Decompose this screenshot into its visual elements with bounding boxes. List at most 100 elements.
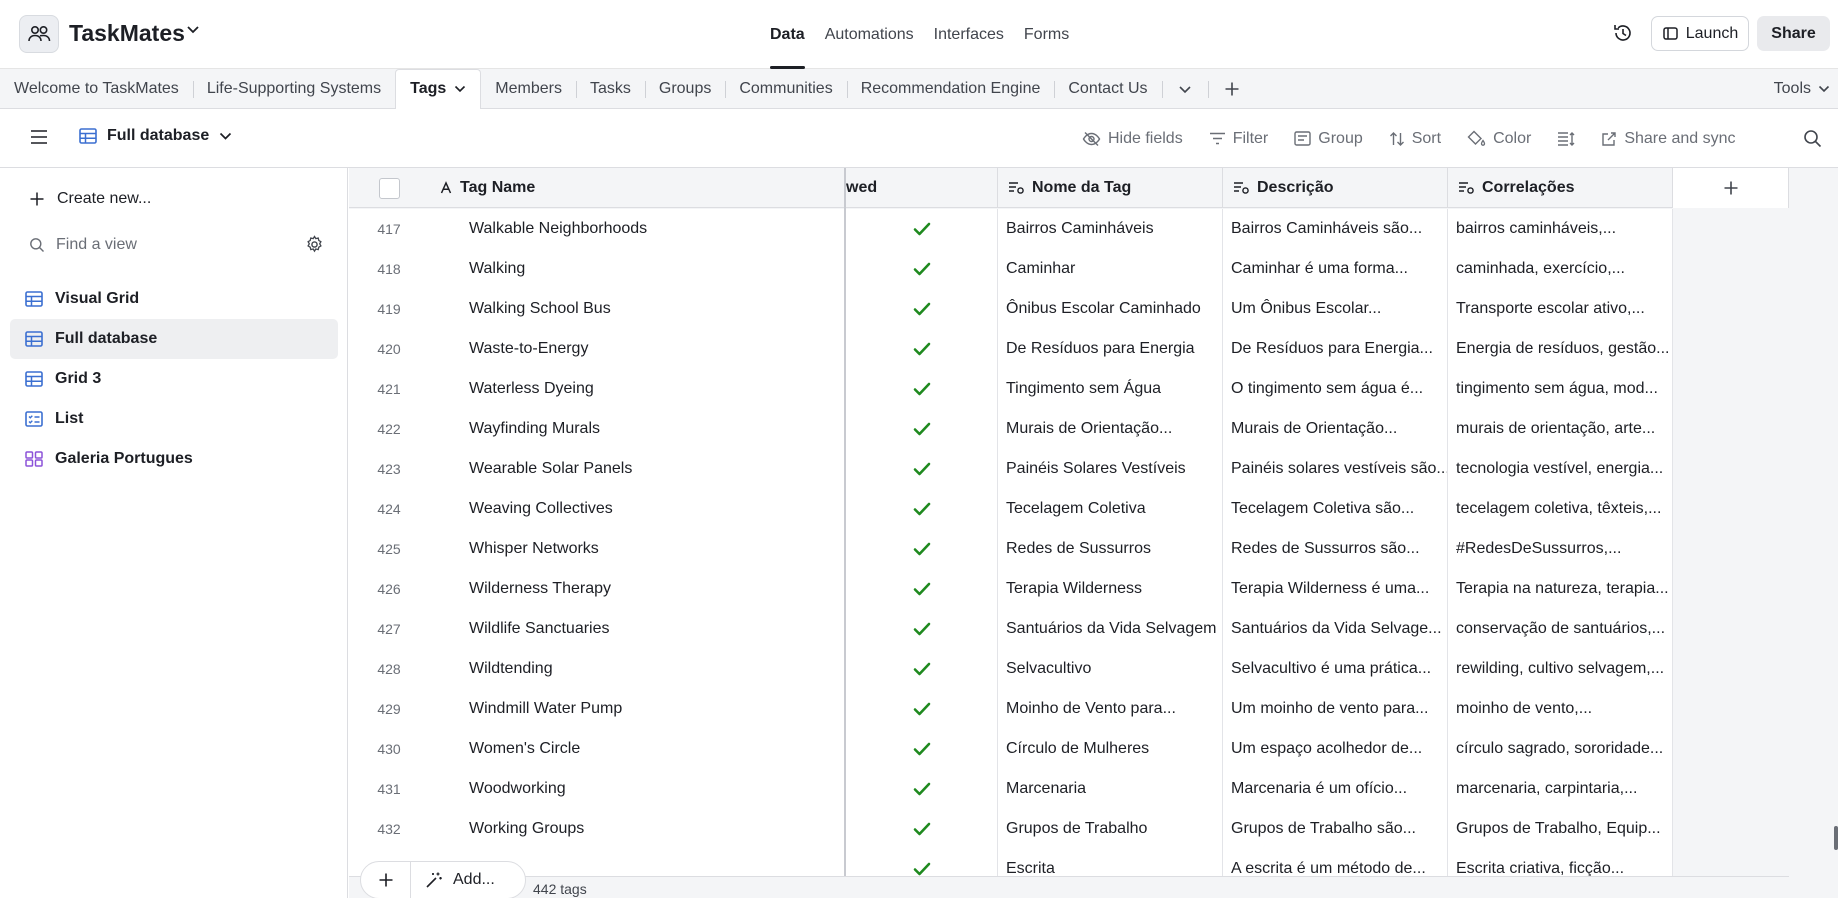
- table-row[interactable]: 423 Wearable Solar Panels Painéis Solares …: [349, 449, 1673, 489]
- cell-descricao[interactable]: Grupos de Trabalho são...: [1223, 809, 1448, 849]
- cell-nome-da-tag[interactable]: Tecelagem Coletiva: [998, 489, 1223, 529]
- tab-tasks[interactable]: Tasks: [575, 69, 645, 109]
- cell-tag-name[interactable]: Walkable Neighborhoods: [429, 209, 846, 249]
- hide-fields-button[interactable]: Hide fields: [1082, 130, 1183, 148]
- row-number[interactable]: 430: [349, 729, 429, 769]
- table-row[interactable]: 422 Wayfinding Murals Murais de Orientação…: [349, 409, 1673, 449]
- cell-descricao[interactable]: Um Ônibus Escolar...: [1223, 289, 1448, 329]
- table-row[interactable]: 421 Waterless Dyeing Tingimento sem Água O …: [349, 369, 1673, 409]
- cell-tag-name[interactable]: Wilderness Therapy: [429, 569, 846, 609]
- cell-nome-da-tag[interactable]: Caminhar: [998, 249, 1223, 289]
- cell-correlacoes[interactable]: moinho de vento,...: [1448, 689, 1673, 729]
- row-number[interactable]: 429: [349, 689, 429, 729]
- group-button[interactable]: Group: [1294, 130, 1363, 148]
- cell-correlacoes[interactable]: Grupos de Trabalho, Equip...: [1448, 809, 1673, 849]
- cell-nome-da-tag[interactable]: Grupos de Trabalho: [998, 809, 1223, 849]
- cell-tag-name[interactable]: Walking School Bus: [429, 289, 846, 329]
- cell-descricao[interactable]: Bairros Caminháveis são...: [1223, 209, 1448, 249]
- cell-tag-name[interactable]: Women's Circle: [429, 729, 846, 769]
- column-header-nome-da-tag[interactable]: Nome da Tag: [998, 168, 1223, 208]
- sort-button[interactable]: Sort: [1389, 130, 1441, 148]
- table-row[interactable]: 420 Waste-to-Energy De Resíduos para Energ…: [349, 329, 1673, 369]
- filter-button[interactable]: Filter: [1209, 130, 1268, 148]
- tab-groups[interactable]: Groups: [644, 69, 725, 109]
- table-row[interactable]: 426 Wilderness Therapy Terapia Wilderness T…: [349, 569, 1673, 609]
- cell-reviewed[interactable]: [846, 689, 998, 729]
- cell-correlacoes[interactable]: conservação de santuários,...: [1448, 609, 1673, 649]
- chevron-down-icon[interactable]: [186, 25, 200, 35]
- cell-reviewed[interactable]: [846, 569, 998, 609]
- cell-descricao[interactable]: Painéis solares vestíveis são...: [1223, 449, 1448, 489]
- cell-tag-name[interactable]: Wayfinding Murals: [429, 409, 846, 449]
- row-number[interactable]: 418: [349, 249, 429, 289]
- cell-descricao[interactable]: Caminhar é uma forma...: [1223, 249, 1448, 289]
- cell-tag-name[interactable]: Woodworking: [429, 769, 846, 809]
- cell-tag-name[interactable]: Walking: [429, 249, 846, 289]
- add-with-ai-button[interactable]: Add...: [411, 871, 495, 889]
- tab-tags[interactable]: Tags: [395, 68, 482, 110]
- view-item-full-database[interactable]: Full database: [10, 319, 338, 359]
- cell-reviewed[interactable]: [846, 449, 998, 489]
- cell-reviewed[interactable]: [846, 209, 998, 249]
- table-row[interactable]: 427 Wildlife Sanctuaries Santuários da Vid…: [349, 609, 1673, 649]
- cell-tag-name[interactable]: Whisper Networks: [429, 529, 846, 569]
- cell-reviewed[interactable]: [846, 409, 998, 449]
- cell-tag-name[interactable]: Working Groups: [429, 809, 846, 849]
- row-number[interactable]: 424: [349, 489, 429, 529]
- cell-descricao[interactable]: Redes de Sussurros são...: [1223, 529, 1448, 569]
- cell-correlacoes[interactable]: murais de orientação, arte...: [1448, 409, 1673, 449]
- cell-descricao[interactable]: Murais de Orientação...: [1223, 409, 1448, 449]
- cell-tag-name[interactable]: Windmill Water Pump: [429, 689, 846, 729]
- cell-nome-da-tag[interactable]: Tingimento sem Água: [998, 369, 1223, 409]
- cell-correlacoes[interactable]: Energia de resíduos, gestão...: [1448, 329, 1673, 369]
- find-view-field[interactable]: Find a view: [29, 230, 324, 260]
- app-name[interactable]: TaskMates: [69, 20, 185, 47]
- scrollbar-thumb[interactable]: [1834, 826, 1838, 850]
- cell-reviewed[interactable]: [846, 369, 998, 409]
- row-number[interactable]: 423: [349, 449, 429, 489]
- cell-nome-da-tag[interactable]: Painéis Solares Vestíveis: [998, 449, 1223, 489]
- cell-tag-name[interactable]: Wildlife Sanctuaries: [429, 609, 846, 649]
- base-icon[interactable]: [19, 15, 59, 53]
- nav-forms[interactable]: Forms: [1024, 0, 1069, 69]
- cell-nome-da-tag[interactable]: Marcenaria: [998, 769, 1223, 809]
- row-number[interactable]: 428: [349, 649, 429, 689]
- table-row[interactable]: 424 Weaving Collectives Tecelagem Coletiva…: [349, 489, 1673, 529]
- history-icon[interactable]: [1612, 22, 1634, 44]
- view-item-visual-grid[interactable]: Visual Grid: [10, 279, 338, 319]
- cell-descricao[interactable]: Selvacultivo é uma prática...: [1223, 649, 1448, 689]
- cell-tag-name[interactable]: Waste-to-Energy: [429, 329, 846, 369]
- cell-nome-da-tag[interactable]: Selvacultivo: [998, 649, 1223, 689]
- cell-reviewed[interactable]: [846, 489, 998, 529]
- cell-reviewed[interactable]: [846, 329, 998, 369]
- gear-icon[interactable]: [305, 235, 324, 254]
- view-item-list[interactable]: List: [10, 399, 338, 439]
- column-header-correlacoes[interactable]: Correlações: [1448, 168, 1673, 208]
- cell-nome-da-tag[interactable]: Santuários da Vida Selvagem: [998, 609, 1223, 649]
- cell-nome-da-tag[interactable]: De Resíduos para Energia: [998, 329, 1223, 369]
- hamburger-menu-icon[interactable]: [29, 129, 49, 145]
- cell-nome-da-tag[interactable]: Redes de Sussurros: [998, 529, 1223, 569]
- cell-tag-name[interactable]: Weaving Collectives: [429, 489, 846, 529]
- cell-descricao[interactable]: Santuários da Vida Selvage...: [1223, 609, 1448, 649]
- row-number[interactable]: 432: [349, 809, 429, 849]
- tab-contact-us[interactable]: Contact Us: [1054, 69, 1161, 109]
- cell-nome-da-tag[interactable]: Moinho de Vento para...: [998, 689, 1223, 729]
- cell-tag-name[interactable]: Wildtending: [429, 649, 846, 689]
- table-row[interactable]: 418 Walking Caminhar Caminhar é uma forma..…: [349, 249, 1673, 289]
- cell-reviewed[interactable]: [846, 809, 998, 849]
- cell-correlacoes[interactable]: rewilding, cultivo selvagem,...: [1448, 649, 1673, 689]
- cell-nome-da-tag[interactable]: Bairros Caminháveis: [998, 209, 1223, 249]
- row-number[interactable]: 426: [349, 569, 429, 609]
- cell-nome-da-tag[interactable]: Ônibus Escolar Caminhado: [998, 289, 1223, 329]
- cell-nome-da-tag[interactable]: Círculo de Mulheres: [998, 729, 1223, 769]
- cell-descricao[interactable]: Um moinho de vento para...: [1223, 689, 1448, 729]
- row-height-button[interactable]: [1557, 131, 1575, 147]
- table-row[interactable]: 429 Windmill Water Pump Moinho de Vento pa…: [349, 689, 1673, 729]
- share-button[interactable]: Share: [1757, 16, 1830, 51]
- cell-descricao[interactable]: Um espaço acolhedor de...: [1223, 729, 1448, 769]
- table-row[interactable]: 417 Walkable Neighborhoods Bairros Caminhá…: [349, 209, 1673, 249]
- row-number[interactable]: 421: [349, 369, 429, 409]
- nav-data[interactable]: Data: [770, 0, 805, 69]
- table-row[interactable]: 430 Women's Circle Círculo de Mulheres Um e…: [349, 729, 1673, 769]
